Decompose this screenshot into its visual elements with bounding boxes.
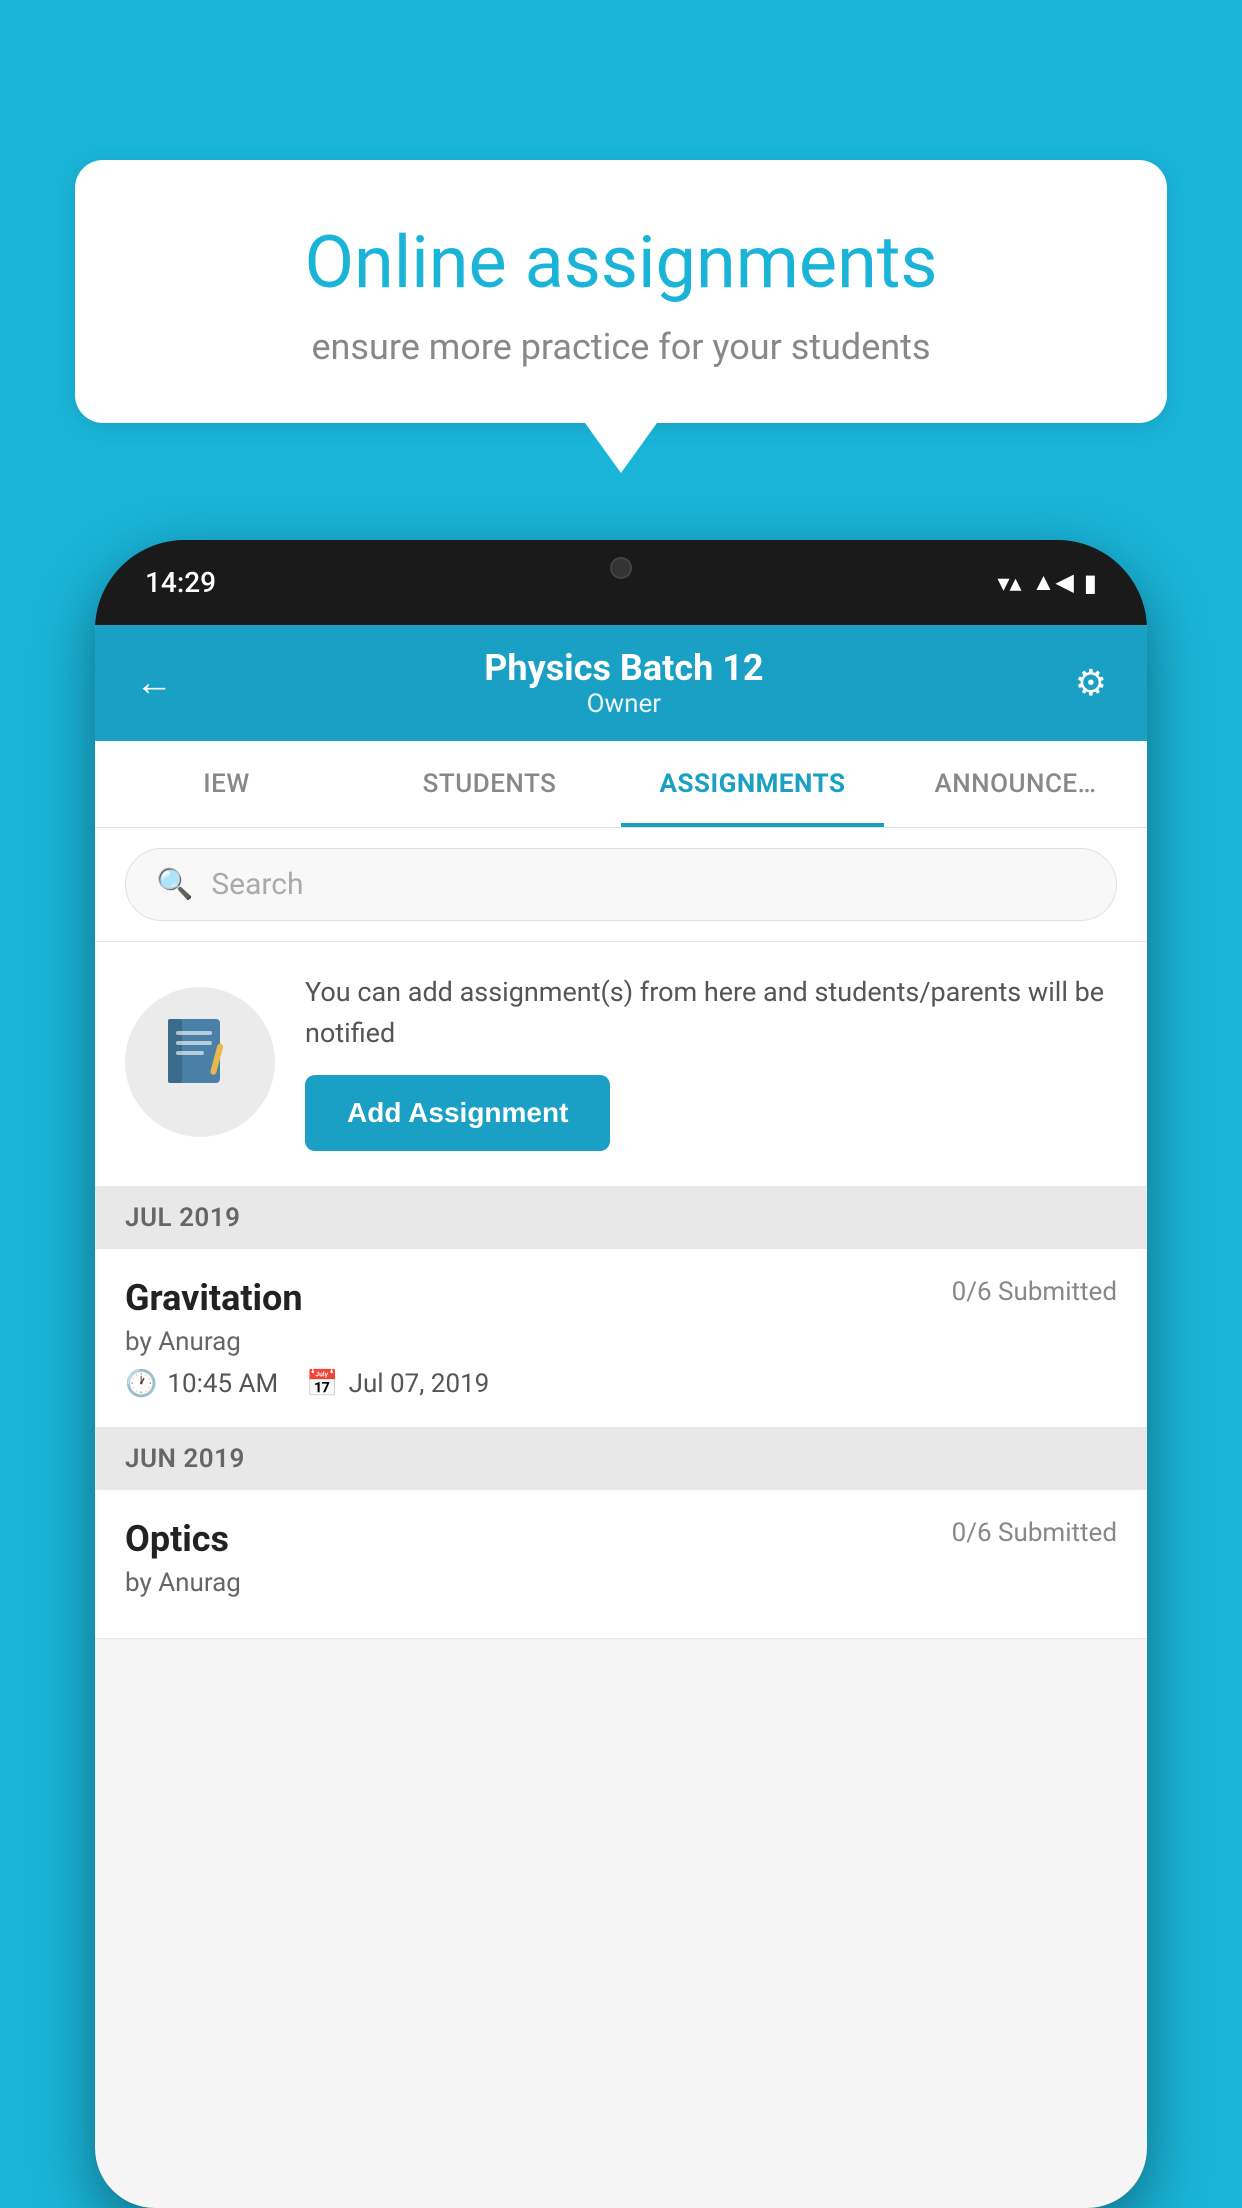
tab-assignments[interactable]: ASSIGNMENTS [621,741,884,827]
speech-bubble-subtitle: ensure more practice for your students [145,326,1097,368]
status-bar: 14:29 ▾▴ ▲◀ ▮ [95,540,1147,625]
header-title-area: Physics Batch 12 Owner [484,647,763,719]
tab-iew[interactable]: IEW [95,741,358,827]
speech-bubble: Online assignments ensure more practice … [75,160,1167,423]
promo-description: You can add assignment(s) from here and … [305,972,1117,1053]
speech-bubble-title: Online assignments [145,220,1097,306]
assignment-optics[interactable]: Optics 0/6 Submitted by Anurag [95,1490,1147,1639]
assignment-author: by Anurag [125,1327,1117,1357]
search-container: 🔍 Search [95,828,1147,942]
section-header-jun: JUN 2019 [95,1428,1147,1490]
speech-bubble-container: Online assignments ensure more practice … [75,160,1167,473]
assignment-meta: 🕐 10:45 AM 📅 Jul 07, 2019 [125,1369,1117,1399]
battery-icon: ▮ [1084,569,1097,597]
assignment-top-row: Gravitation 0/6 Submitted [125,1277,1117,1319]
assignment-time: 🕐 10:45 AM [125,1369,278,1399]
settings-icon[interactable]: ⚙ [1075,662,1107,704]
search-box[interactable]: 🔍 Search [125,848,1117,921]
promo-content: You can add assignment(s) from here and … [305,972,1117,1151]
signal-icon: ▲◀ [1032,568,1074,597]
phone-frame: 14:29 ▾▴ ▲◀ ▮ ← Physics Batch 12 Owner ⚙… [95,540,1147,2208]
wifi-icon: ▾▴ [997,569,1021,597]
back-button[interactable]: ← [135,661,173,705]
calendar-icon: 📅 [306,1369,338,1399]
speech-bubble-arrow [585,423,657,473]
tabs-bar: IEW STUDENTS ASSIGNMENTS ANNOUNCE… [95,741,1147,828]
promo-icon-circle [125,987,275,1137]
assignment-author-optics: by Anurag [125,1568,1117,1598]
assignment-gravitation[interactable]: Gravitation 0/6 Submitted by Anurag 🕐 10… [95,1249,1147,1428]
status-time: 14:29 [145,566,216,599]
assignment-date: 📅 Jul 07, 2019 [306,1369,489,1399]
section-header-jul: JUL 2019 [95,1187,1147,1249]
assignment-submitted-count-optics: 0/6 Submitted [952,1518,1117,1548]
assignment-top-row-optics: Optics 0/6 Submitted [125,1518,1117,1560]
phone-notch [551,540,691,595]
front-camera [610,557,632,579]
app-screen: ← Physics Batch 12 Owner ⚙ IEW STUDENTS … [95,625,1147,2208]
app-header: ← Physics Batch 12 Owner ⚙ [95,625,1147,741]
search-placeholder: Search [211,867,303,902]
notebook-icon [160,1013,240,1111]
tab-announcements[interactable]: ANNOUNCE… [884,741,1147,827]
add-assignment-button[interactable]: Add Assignment [305,1075,610,1151]
assignment-submitted-count: 0/6 Submitted [952,1277,1117,1307]
tab-students[interactable]: STUDENTS [358,741,621,827]
search-icon: 🔍 [156,867,193,902]
assignment-title: Gravitation [125,1277,303,1319]
add-assignment-promo: You can add assignment(s) from here and … [95,942,1147,1187]
clock-icon: 🕐 [125,1369,157,1399]
assignment-title-optics: Optics [125,1518,229,1560]
batch-title: Physics Batch 12 [484,647,763,689]
batch-role: Owner [484,689,763,719]
status-icons: ▾▴ ▲◀ ▮ [997,568,1097,597]
